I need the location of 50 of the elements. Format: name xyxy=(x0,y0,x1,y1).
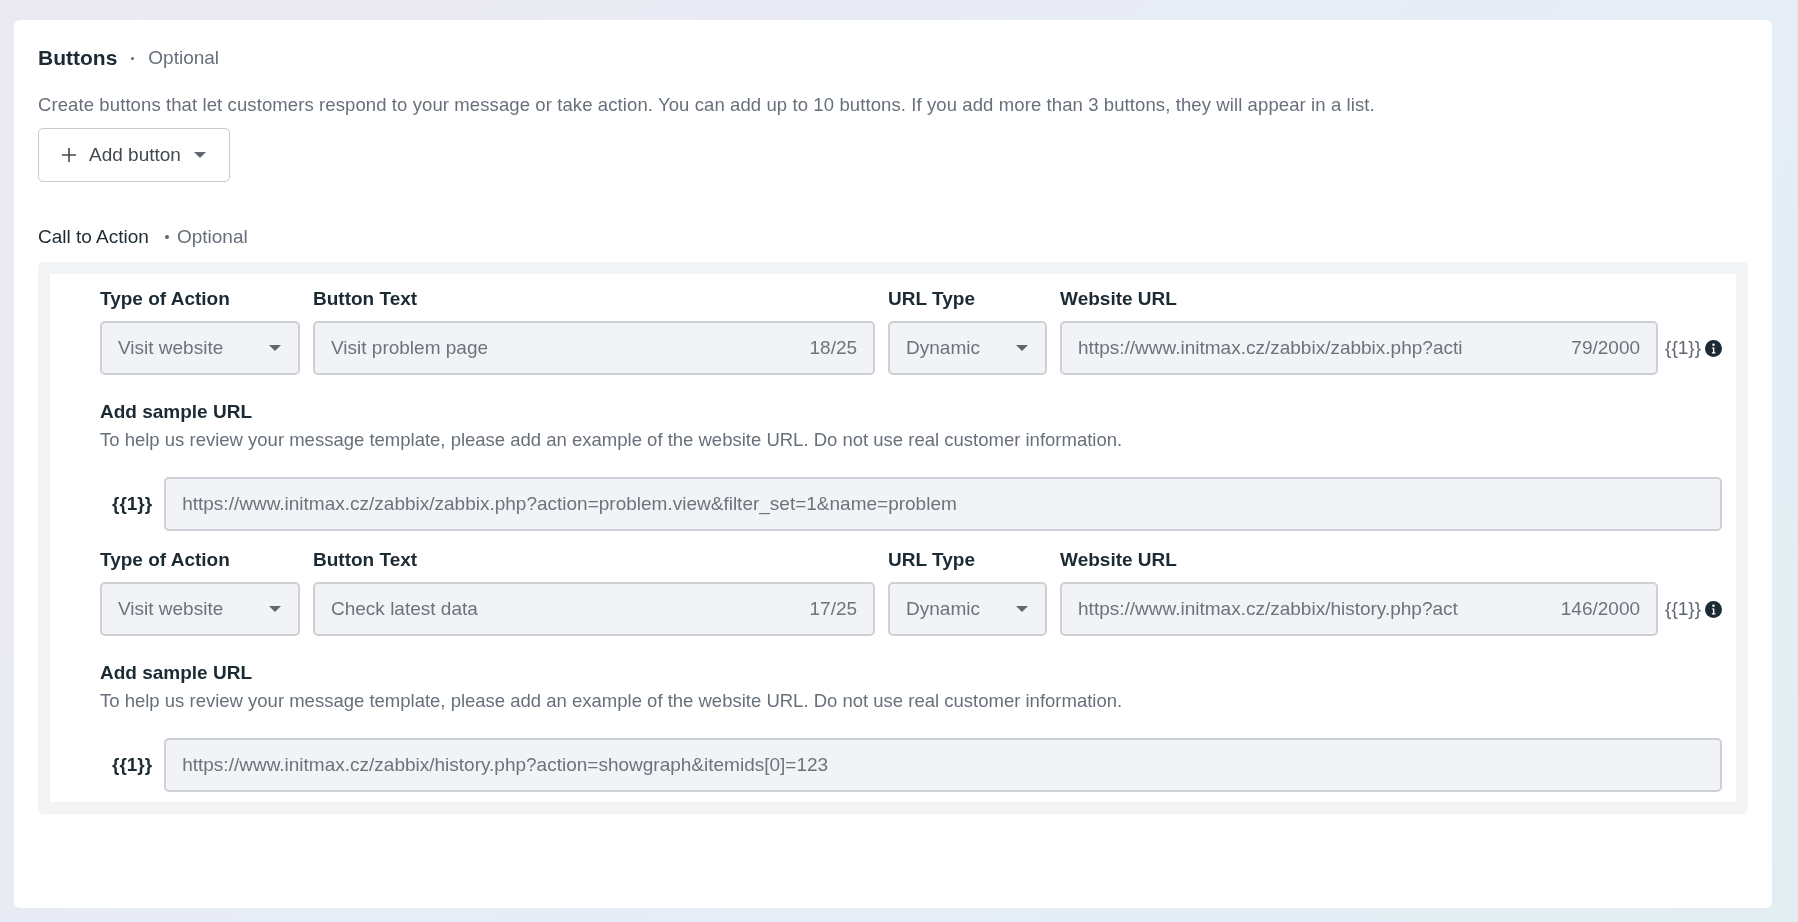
field-label: Website URL xyxy=(1060,288,1178,310)
info-icon[interactable] xyxy=(1705,600,1722,618)
section-description: Create buttons that let customers respond to your message or take action. You can add up to 10 buttons. If you add more than 3 buttons, they will appear in a list. xyxy=(38,94,1376,116)
caret-icon xyxy=(192,151,207,159)
caret-icon xyxy=(268,605,282,613)
caret-icon xyxy=(268,344,282,352)
variable-label: {{1}} xyxy=(1665,598,1701,620)
url-type-dropdown[interactable]: Dynamic xyxy=(888,582,1048,636)
field-value: Visit problem page xyxy=(331,337,489,359)
character-count: 18/25 xyxy=(809,337,858,359)
field-label: Type of Action xyxy=(100,288,231,310)
field-label: Website URL xyxy=(1060,549,1178,571)
character-count: 17/25 xyxy=(809,598,858,620)
caret-icon xyxy=(1015,605,1030,613)
caret-icon xyxy=(1015,344,1030,352)
field-label: URL Type xyxy=(888,549,976,571)
character-count: 146/2000 xyxy=(1560,598,1641,620)
variable-label: {{1}} xyxy=(1665,337,1701,359)
website-url-field[interactable]: https://www.initmax.cz/zabbix/history.php?act 146/2000 xyxy=(1060,582,1659,636)
field-label: Button Text xyxy=(313,549,419,571)
plus-icon xyxy=(61,147,77,163)
variable-label: {{1}} xyxy=(112,754,153,776)
optional-label: Optional xyxy=(148,47,220,69)
add-button[interactable]: Add button xyxy=(38,128,230,182)
sample-url-field[interactable]: https://www.initmax.cz/zabbix/history.php?action=showgraph&itemids[0]=123 xyxy=(164,738,1722,792)
subsection-title: Call to Action xyxy=(38,226,149,248)
button-text-field[interactable]: Check latest data 17/25 xyxy=(313,582,876,636)
field-label: URL Type xyxy=(888,288,976,310)
sample-url-title: Add sample URL xyxy=(100,662,254,684)
sample-url-hint: To help us review your message template, please add an example of the website URL. Do not use real customer information. xyxy=(100,429,1124,451)
action-type-dropdown[interactable]: Visit website xyxy=(100,582,300,636)
sample-url-hint: To help us review your message template, please add an example of the website URL. Do not use real customer information. xyxy=(100,690,1124,712)
separator-dot-icon xyxy=(164,235,169,239)
field-value: Check latest data xyxy=(331,598,478,620)
optional-label: Optional xyxy=(176,226,248,248)
separator-dot-icon xyxy=(131,56,135,60)
website-url-field[interactable]: https://www.initmax.cz/zabbix/zabbix.php?acti 79/2000 xyxy=(1060,321,1659,375)
action-type-dropdown[interactable]: Visit website xyxy=(100,321,300,375)
section-title: Buttons xyxy=(38,46,118,70)
sample-url-field[interactable]: https://www.initmax.cz/zabbix/zabbix.php?action=problem.view&filter_set=1&name=problem xyxy=(164,477,1722,531)
sample-url-title: Add sample URL xyxy=(100,401,254,423)
url-type-dropdown[interactable]: Dynamic xyxy=(888,321,1048,375)
info-icon[interactable] xyxy=(1705,339,1722,357)
field-value: https://www.initmax.cz/zabbix/history.php?act xyxy=(1078,598,1458,620)
variable-label: {{1}} xyxy=(112,493,153,515)
field-label: Type of Action xyxy=(100,549,231,571)
character-count: 79/2000 xyxy=(1571,337,1641,359)
field-label: Button Text xyxy=(313,288,419,310)
button-text-field[interactable]: Visit problem page 18/25 xyxy=(313,321,876,375)
field-value: https://www.initmax.cz/zabbix/zabbix.php?acti xyxy=(1078,337,1463,359)
